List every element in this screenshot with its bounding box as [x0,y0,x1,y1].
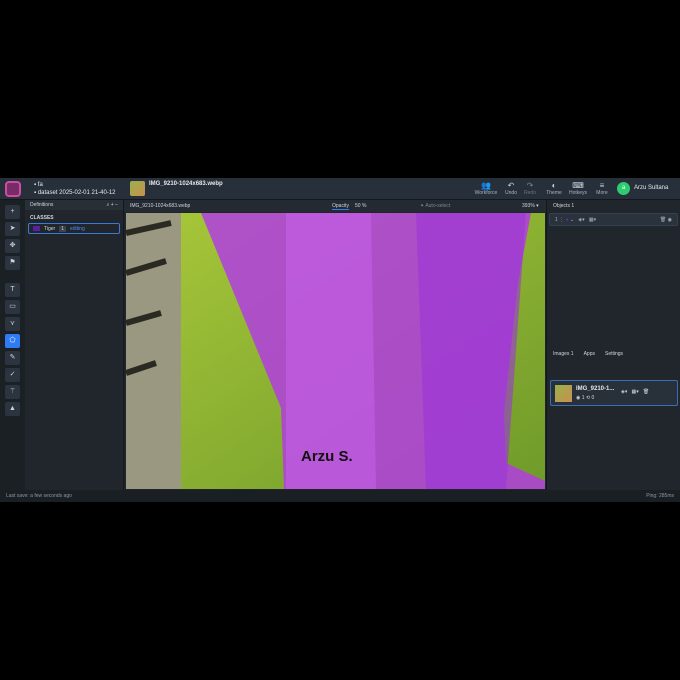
last-save-status: Last save: a few seconds ago [6,493,72,499]
polygon-tool-button[interactable]: ⬠ [5,334,20,348]
flag-tool-button[interactable]: ⚑ [5,256,20,270]
image-actions[interactable]: ◈▾ ▦▾ 🗑 [621,389,649,395]
theme-icon: ◐ [551,181,557,190]
tab-definitions[interactable]: Definitions ⌕ + − [25,200,123,210]
tab-settings[interactable]: Settings [605,351,623,357]
app-logo[interactable] [5,181,21,197]
polyline-tool-button[interactable]: ⋎ [5,317,20,331]
image-canvas[interactable]: Arzu S. [126,213,545,489]
keyboard-icon: ⌨ [572,181,584,190]
search-icon[interactable]: ⌕ + − [107,202,118,208]
breadcrumb-dataset[interactable]: ▪ dataset 2025-02-01 21-40-12 [34,189,116,197]
auto-select-button[interactable]: ✦ Auto-select [420,203,450,209]
cursor-icon: ➤ [9,225,16,232]
check-icon: ✓ [9,371,16,378]
menu-icon: ≡ [599,181,605,190]
tab-apps[interactable]: Apps [584,351,595,357]
breadcrumb: ▪ fa ▪ dataset 2025-02-01 21-40-12 [34,181,116,197]
theme-button[interactable]: ◐ Theme [541,181,567,196]
objects-header: Objects 1 [547,200,680,211]
workforce-button[interactable]: 👥 Workforce [473,181,499,196]
magic-wand-tool-button[interactable]: ⚚ [5,385,20,399]
user-name[interactable]: Arzu Sultana [634,185,668,191]
class-item-tiger[interactable]: Tiger 1 editing [28,223,120,234]
hotkeys-button[interactable]: ⌨ Hotkeys [565,181,591,196]
opacity-label[interactable]: Opacity [332,203,349,210]
text-icon: T [10,286,15,293]
header: ▪ fa ▪ dataset 2025-02-01 21-40-12 IMG_9… [0,178,680,200]
tab-images[interactable]: Images 1 [553,351,574,357]
avatar[interactable]: a [617,182,630,195]
select-tool-button[interactable]: ➤ [5,222,20,236]
move-icon: ✥ [9,242,16,249]
images-header: Images 1 Apps Settings [547,348,680,359]
object-row[interactable]: 1 ⋮ ● ⌄ ◈▾ ▦▾ 🗑 ◉ [549,213,678,226]
canvas-toolbar: IMG_9210-1024x683.webp Opacity 50 % ✦ Au… [124,200,546,212]
right-panel: Objects 1 1 ⋮ ● ⌄ ◈▾ ▦▾ 🗑 ◉ Images 1 App… [546,200,680,490]
image-thumbnail [130,181,145,196]
add-tool-button[interactable]: + [5,205,20,219]
zoom-select[interactable]: 393% ▾ [522,203,539,209]
magic-wand-icon: ⚚ [9,388,16,395]
opacity-value[interactable]: 50 % [355,203,366,209]
ping-status: Ping: 285ms [646,493,674,499]
warning-tool-button[interactable]: ▲ [5,402,20,416]
rectangle-tool-button[interactable]: ▭ [5,300,20,314]
status-bar: Last save: a few seconds ago Ping: 285ms [0,490,680,502]
class-tag: editing [70,225,85,232]
breadcrumb-folder[interactable]: ▪ fa [34,181,116,189]
image-name: IMG_9210-1... [576,386,615,392]
tool-sidebar: + ➤ ✥ ⚑ T ▭ ⋎ ⬠ ✎ ✓ ⚚ ▲ [0,200,25,490]
class-count: 1 [59,225,66,232]
image-thumbnail [555,385,572,402]
definitions-panel: Definitions ⌕ + − CLASSES Tiger 1 editing [25,200,124,490]
watermark-text: Arzu S. [301,448,353,465]
image-list-item[interactable]: IMG_9210-1... ◉ 1 ⟲ 0 ◈▾ ▦▾ 🗑 [550,380,678,406]
redo-button[interactable]: ↷ Redo [517,181,543,196]
canvas-filename: IMG_9210-1024x683.webp [130,203,191,209]
check-tool-button[interactable]: ✓ [5,368,20,382]
image-stats: ◉ 1 ⟲ 0 [576,395,595,401]
text-tool-button[interactable]: T [5,283,20,297]
brush-icon: ✎ [9,354,16,361]
polygon-icon: ⬠ [9,337,16,344]
class-color-swatch [33,226,40,231]
redo-icon: ↷ [526,181,534,190]
object-color-dot: ● [565,217,569,223]
users-icon: 👥 [481,181,491,190]
annotation-app: ▪ fa ▪ dataset 2025-02-01 21-40-12 IMG_9… [0,178,680,502]
flag-icon: ⚑ [9,259,16,266]
more-button[interactable]: ≡ More [589,181,615,196]
rectangle-icon: ▭ [9,303,16,310]
plus-icon: + [10,208,15,215]
warning-icon: ▲ [9,405,16,412]
classes-heading: CLASSES [30,215,54,221]
brush-tool-button[interactable]: ✎ [5,351,20,365]
move-tool-button[interactable]: ✥ [5,239,20,253]
tab-objects[interactable]: Objects 1 [553,203,574,209]
polyline-icon: ⋎ [9,320,16,327]
visibility-icon[interactable]: 🗑 ◉ [660,217,672,223]
image-title: IMG_9210-1024x683.webp [149,181,223,187]
annotated-image: Arzu S. [126,213,545,489]
